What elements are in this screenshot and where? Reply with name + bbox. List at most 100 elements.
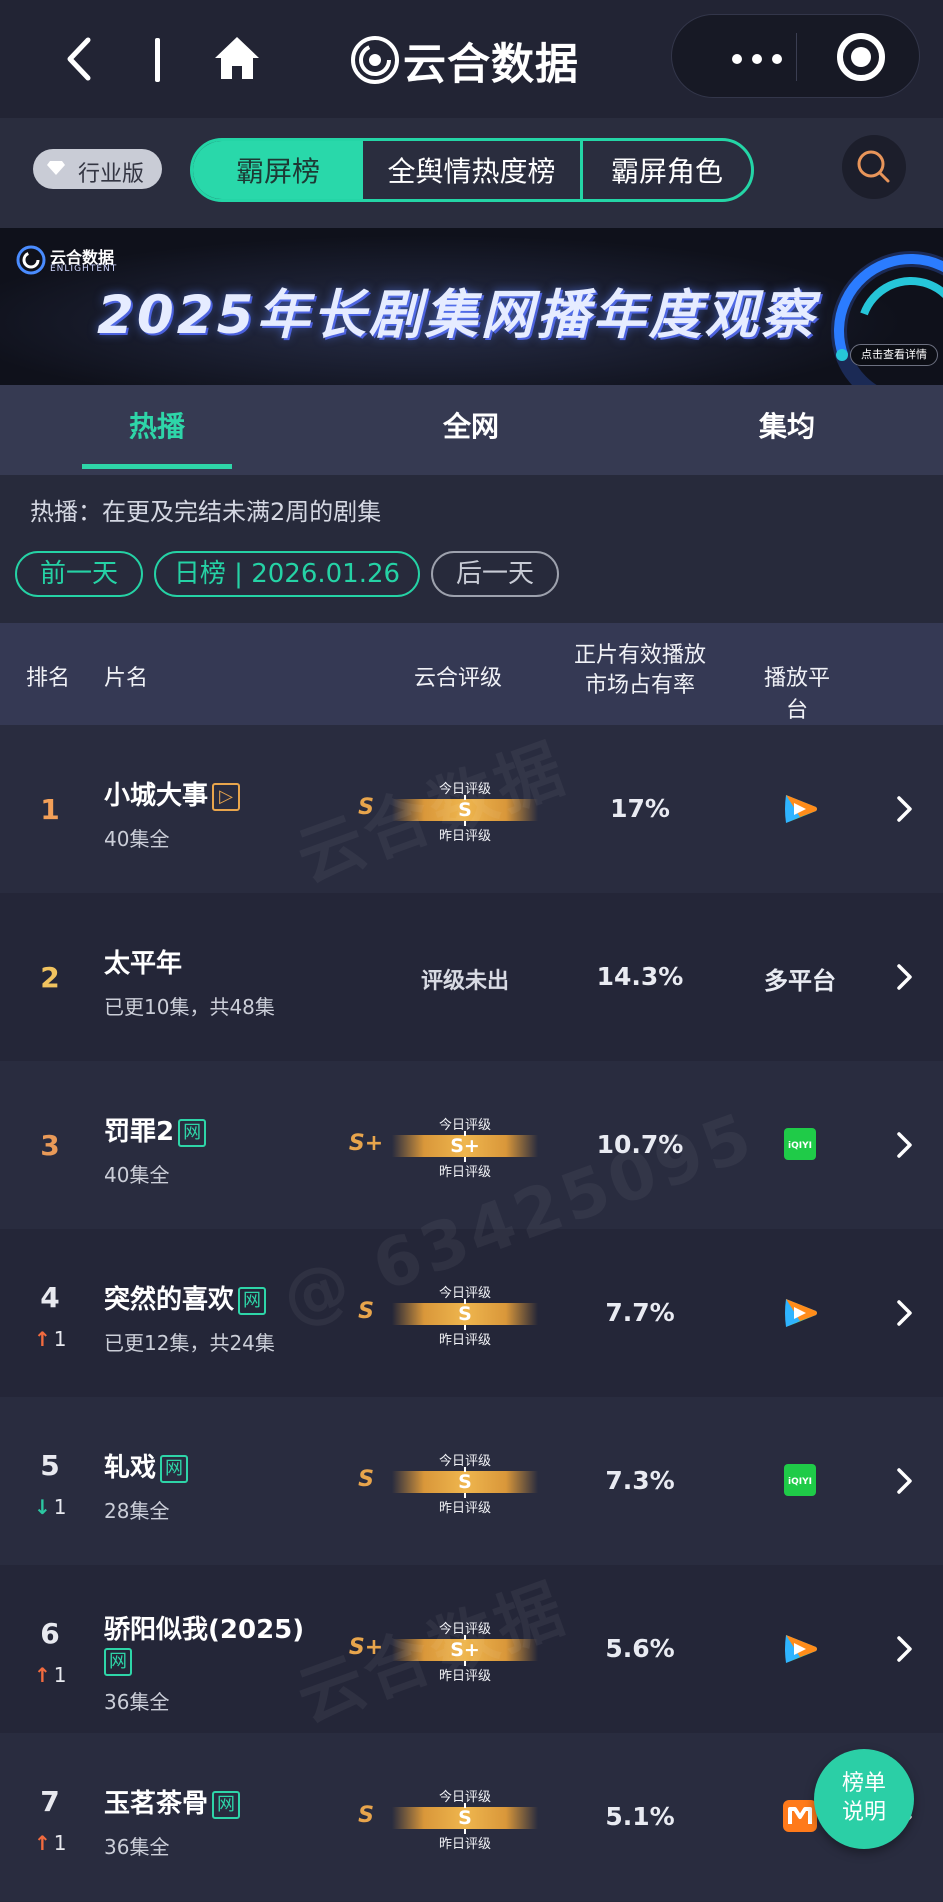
top-bar: 云合数据 [0, 0, 943, 118]
yesterday-rating-label: 昨日评级 [438, 1837, 491, 1852]
rank-up-indicator: ↑ 1 [34, 1327, 67, 1351]
episode-status: 36集全 [104, 1835, 170, 1859]
header-title: 片名 [104, 666, 149, 691]
banner-logo-icon [16, 245, 46, 275]
tab-dominant-roles[interactable]: 霸屏角色 [583, 141, 751, 199]
rank-change-value: 1 [53, 1663, 67, 1687]
tab-dominance-list[interactable]: 霸屏榜 [193, 141, 363, 199]
category-bar: 行业版 霸屏榜 全舆情热度榜 霸屏角色 [0, 118, 943, 228]
iqiyi-icon: iQIYI [760, 1127, 840, 1165]
market-share: 5.6% [605, 1634, 675, 1663]
drama-title: 小城大事 [104, 781, 209, 811]
yesterday-rating-label: 昨日评级 [438, 1669, 491, 1684]
close-target-icon[interactable] [837, 33, 885, 81]
market-share: 10.7% [596, 1130, 684, 1159]
drama-title-cell: 罚罪2 网 [104, 1111, 207, 1148]
chevron-right-icon[interactable] [893, 794, 917, 824]
tab-per-episode[interactable]: 集均 [712, 385, 862, 475]
table-row[interactable]: 7 ↑ 1 玉茗茶骨网 36集全 S 今日评级 S 昨日评级 5.1% [0, 1733, 943, 1901]
today-rating: S [458, 799, 472, 821]
nav-divider [155, 38, 160, 82]
previous-rating: S+ [348, 1131, 384, 1156]
iqiyi-icon: iQIYI [760, 1463, 840, 1501]
chevron-right-icon[interactable] [893, 962, 917, 992]
rating-gauge: 今日评级 S 昨日评级 [392, 1450, 538, 1516]
market-share: 7.7% [605, 1298, 675, 1327]
rating-gauge: 今日评级 S 昨日评级 [392, 1282, 538, 1348]
tab-all-network[interactable]: 全网 [396, 385, 546, 475]
today-rating: S [458, 1471, 472, 1493]
table-row[interactable]: 3 罚罪2 网 40集全 S+ 今日评级 S+ 昨日评级 10.7% iQIYI [0, 1061, 943, 1229]
today-rating: S+ [450, 1135, 480, 1157]
tab-public-opinion-heat[interactable]: 全舆情热度榜 [363, 141, 583, 199]
header-market-share: 正片有效播放 市场占有率 [560, 641, 720, 701]
capsule-divider [796, 33, 797, 81]
chevron-right-icon[interactable] [893, 1298, 917, 1328]
industry-edition-badge[interactable]: 行业版 [33, 149, 162, 189]
market-share: 14.3% [596, 962, 684, 991]
drama-title-cell: 突然的喜欢网 [104, 1279, 267, 1316]
back-arrow-icon[interactable] [58, 32, 102, 86]
rank-change-value: 1 [53, 1831, 67, 1855]
rating-gauge: 今日评级 S 昨日评级 [392, 778, 538, 844]
diamond-icon [47, 161, 65, 175]
rank-number: 7 [40, 1785, 60, 1818]
date-selector[interactable]: 日榜 | 2026.01.26 [154, 551, 420, 597]
tab-hot-airing[interactable]: 热播 [82, 385, 232, 475]
table-row[interactable]: 4 ↑ 1 突然的喜欢网已更12集，共24集 S 今日评级 S 昨日评级 7.7% [0, 1229, 943, 1397]
yesterday-rating-label: 昨日评级 [438, 1333, 491, 1348]
search-icon[interactable] [842, 135, 906, 199]
edition-label: 行业版 [78, 162, 145, 187]
platform-label: 多平台 [764, 967, 836, 995]
more-options-icon[interactable] [722, 39, 792, 75]
rating-gauge: 今日评级 S+ 昨日评级 [392, 1114, 538, 1180]
list-description: 热播：在更及完结未满2周的剧集 [30, 498, 382, 526]
drama-title: 罚罪2 [104, 1117, 175, 1147]
table-row[interactable]: 1 小城大事 ▷ 40集全 S 今日评级 S 昨日评级 17% [0, 725, 943, 893]
fab-line1: 榜单 [841, 1771, 886, 1796]
header-rank: 排名 [26, 666, 71, 691]
table-row[interactable]: 2 太平年 已更10集，共48集 评级未出 14.3% 多平台 [0, 893, 943, 1061]
svg-text:iQIYI: iQIYI [788, 1477, 812, 1487]
market-share: 17% [610, 794, 670, 823]
tencent-video-icon [760, 1295, 840, 1335]
chevron-right-icon[interactable] [893, 1466, 917, 1496]
rank-change-value: 1 [53, 1495, 67, 1519]
previous-rating: S+ [348, 1635, 384, 1660]
episode-status: 28集全 [104, 1499, 170, 1523]
episode-status: 40集全 [104, 827, 170, 851]
banner-cta-button[interactable]: 点击查看详情 [850, 344, 938, 366]
tencent-video-icon [760, 1631, 840, 1671]
home-icon[interactable] [212, 34, 262, 82]
rank-up-indicator: ↑ 1 [34, 1663, 67, 1687]
banner-title: 2025年长剧集网播年度观察 [97, 285, 817, 346]
yunhe-logo-icon [351, 36, 399, 84]
app-title: 云合数据 [403, 40, 579, 90]
table-row[interactable]: 6 ↑ 1 骄阳似我(2025) 网 36集全 S+ 今日评级 S+ 昨日评级 5.6% [0, 1565, 943, 1733]
arrow-down-icon: ↓ [34, 1495, 51, 1519]
ranking-explanation-button[interactable]: 榜单 说明 [814, 1749, 914, 1849]
annual-report-banner[interactable]: 云合数据 ENLIGHTENT 2025年长剧集网播年度观察 点击查看详情 [0, 228, 943, 385]
rating-unavailable: 评级未出 [420, 969, 509, 994]
web-drama-badge: 网 [178, 1119, 207, 1147]
rank-number: 2 [40, 961, 60, 994]
rank-change-value: 1 [53, 1327, 67, 1351]
table-row[interactable]: 5 ↓ 1 轧戏网 28集全 S 今日评级 S 昨日评级 7.3% iQIYI [0, 1397, 943, 1565]
chevron-right-icon[interactable] [893, 1130, 917, 1160]
drama-title: 轧戏 [104, 1453, 157, 1483]
rank-number: 5 [40, 1449, 60, 1482]
drama-title-cell: 轧戏网 [104, 1447, 189, 1484]
web-drama-badge: 网 [160, 1455, 189, 1483]
ranking-list: 1 小城大事 ▷ 40集全 S 今日评级 S 昨日评级 17% 2 太平年 已更10集，共48集 评级未… [0, 725, 943, 1901]
previous-rating: S [358, 795, 374, 820]
next-day-button[interactable]: 后一天 [431, 551, 559, 597]
drama-title-cell: 太平年 [104, 943, 182, 980]
previous-rating: S [358, 1467, 374, 1492]
tencent-video-icon [760, 791, 840, 831]
previous-rating: S [358, 1803, 374, 1828]
yesterday-rating-label: 昨日评级 [438, 829, 491, 844]
prev-day-button[interactable]: 前一天 [15, 551, 143, 597]
episode-status: 36集全 [104, 1690, 170, 1714]
chevron-right-icon[interactable] [893, 1634, 917, 1664]
drama-title-cell: 骄阳似我(2025) 网 [104, 1609, 304, 1676]
